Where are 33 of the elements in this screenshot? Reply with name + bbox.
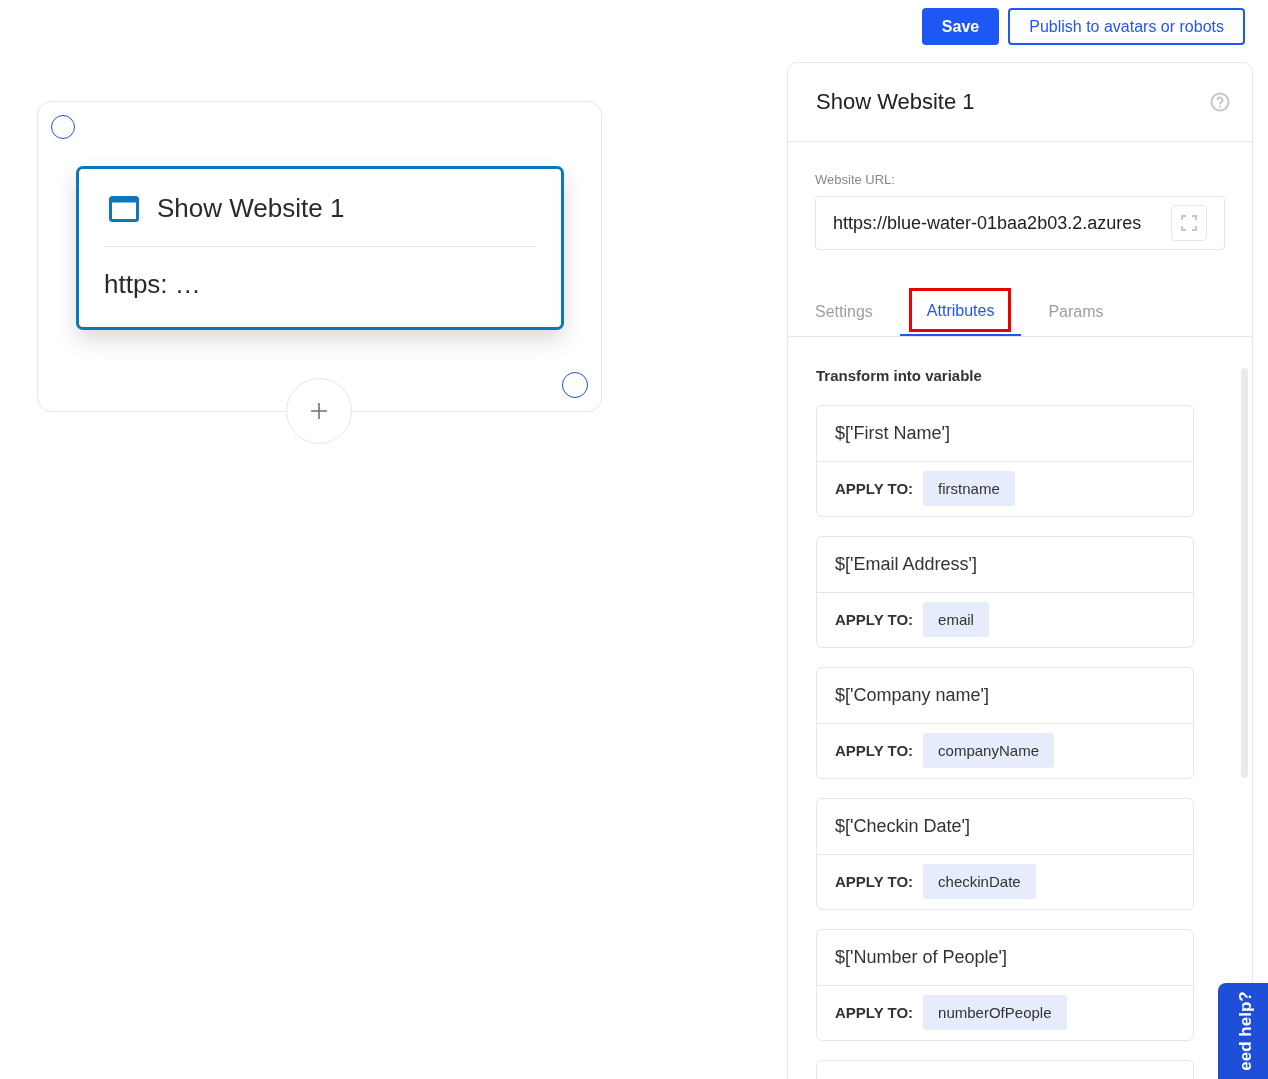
apply-to-label: APPLY TO:	[835, 742, 914, 759]
help-tab-button[interactable]: eed help?	[1218, 983, 1268, 1079]
expand-button[interactable]	[1171, 205, 1207, 241]
toolbar-button[interactable]: Publish to avatars or robots	[1008, 8, 1245, 45]
expand-icon	[1181, 215, 1197, 231]
panel-title: Show Website 1	[816, 89, 975, 115]
variable-tag[interactable]: firstname	[923, 471, 1015, 506]
browser-window-icon	[109, 195, 139, 222]
apply-to-label: APPLY TO:	[835, 1004, 914, 1021]
apply-to-label: APPLY TO:	[835, 873, 914, 890]
variable-tag[interactable]: companyName	[923, 733, 1054, 768]
plus-icon	[310, 402, 328, 420]
attribute-path-text: $['Email Address']	[817, 537, 1193, 593]
apply-to-label: APPLY TO:	[835, 611, 914, 628]
node-title: Show Website 1	[157, 193, 345, 224]
attribute-path-text: $['Number of People']	[817, 930, 1193, 986]
help-icon[interactable]	[1210, 92, 1230, 112]
website-node-card[interactable]: Show Website 1 https: …	[76, 166, 564, 330]
apply-to-label: APPLY TO:	[835, 480, 914, 497]
url-input-field[interactable]: https://blue-water-01baa2b03.2.azures	[815, 196, 1225, 250]
node-url-text: https: …	[104, 268, 202, 300]
field-label: Website URL:	[815, 172, 896, 187]
section-title: Transform into variable	[816, 367, 983, 384]
connector-port[interactable]	[562, 372, 588, 398]
variable-tag[interactable]: email	[923, 602, 989, 637]
connector-port[interactable]	[51, 115, 75, 139]
attribute-path-text: $['Checkin Date']	[817, 799, 1193, 855]
attribute-path-text: $['First Name']	[817, 406, 1193, 462]
attribute-path-text: $['Company name']	[817, 668, 1193, 724]
variable-tag[interactable]: checkinDate	[923, 864, 1036, 899]
variable-tag[interactable]: numberOfPeople	[923, 995, 1067, 1030]
toolbar-button[interactable]: Save	[921, 8, 1000, 45]
panel-tab[interactable]: Attributes	[899, 288, 1022, 336]
